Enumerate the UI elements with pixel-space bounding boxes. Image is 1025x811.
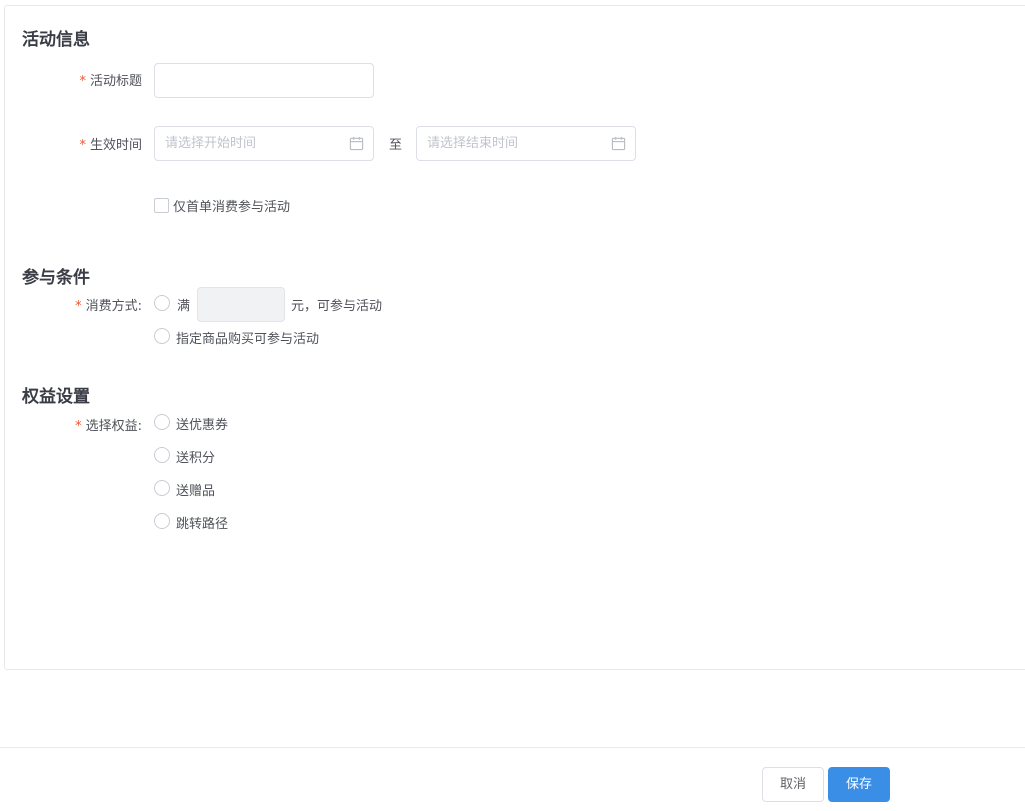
- footer-divider: [0, 747, 1025, 748]
- section-title-activity-info: 活动信息: [22, 30, 90, 50]
- amount-input[interactable]: [197, 287, 285, 322]
- benefit-option-gift[interactable]: 送赠品: [176, 480, 215, 499]
- radio-coupon[interactable]: [154, 414, 170, 430]
- select-benefit-label: * 选择权益:: [75, 419, 142, 434]
- required-mark: *: [79, 138, 86, 153]
- section-title-conditions: 参与条件: [22, 268, 90, 288]
- first-order-checkbox[interactable]: [154, 198, 169, 213]
- end-time-picker[interactable]: 请选择结束时间: [416, 126, 636, 161]
- radio-points[interactable]: [154, 447, 170, 463]
- save-button[interactable]: 保存: [828, 767, 890, 802]
- full-amount-prefix: 满: [177, 299, 191, 314]
- radio-full-amount[interactable]: [154, 295, 170, 311]
- radio-redirect-path[interactable]: [154, 513, 170, 529]
- benefit-option-points[interactable]: 送积分: [176, 447, 215, 466]
- cancel-button[interactable]: 取消: [762, 767, 824, 802]
- start-time-picker[interactable]: 请选择开始时间: [154, 126, 374, 161]
- calendar-icon: [349, 136, 364, 151]
- benefit-option-coupon[interactable]: 送优惠券: [176, 414, 228, 433]
- radio-gift[interactable]: [154, 480, 170, 496]
- specified-goods-label[interactable]: 指定商品购买可参与活动: [176, 328, 319, 347]
- effective-time-label: * 生效时间: [79, 138, 142, 153]
- activity-title-label: * 活动标题: [79, 74, 142, 89]
- section-title-benefits: 权益设置: [22, 387, 90, 407]
- end-time-placeholder: 请选择结束时间: [427, 136, 519, 151]
- start-time-placeholder: 请选择开始时间: [165, 136, 257, 151]
- range-separator: 至: [389, 138, 403, 153]
- first-order-label[interactable]: 仅首单消费参与活动: [173, 196, 290, 215]
- required-mark: *: [75, 299, 82, 314]
- activity-title-input[interactable]: [154, 63, 374, 98]
- full-amount-suffix: 元，可参与活动: [291, 299, 383, 314]
- calendar-icon: [611, 136, 626, 151]
- radio-specified-goods[interactable]: [154, 328, 170, 344]
- consume-method-label: * 消费方式:: [75, 299, 142, 314]
- required-mark: *: [79, 74, 86, 89]
- benefit-option-redirect[interactable]: 跳转路径: [176, 513, 228, 532]
- required-mark: *: [75, 419, 82, 434]
